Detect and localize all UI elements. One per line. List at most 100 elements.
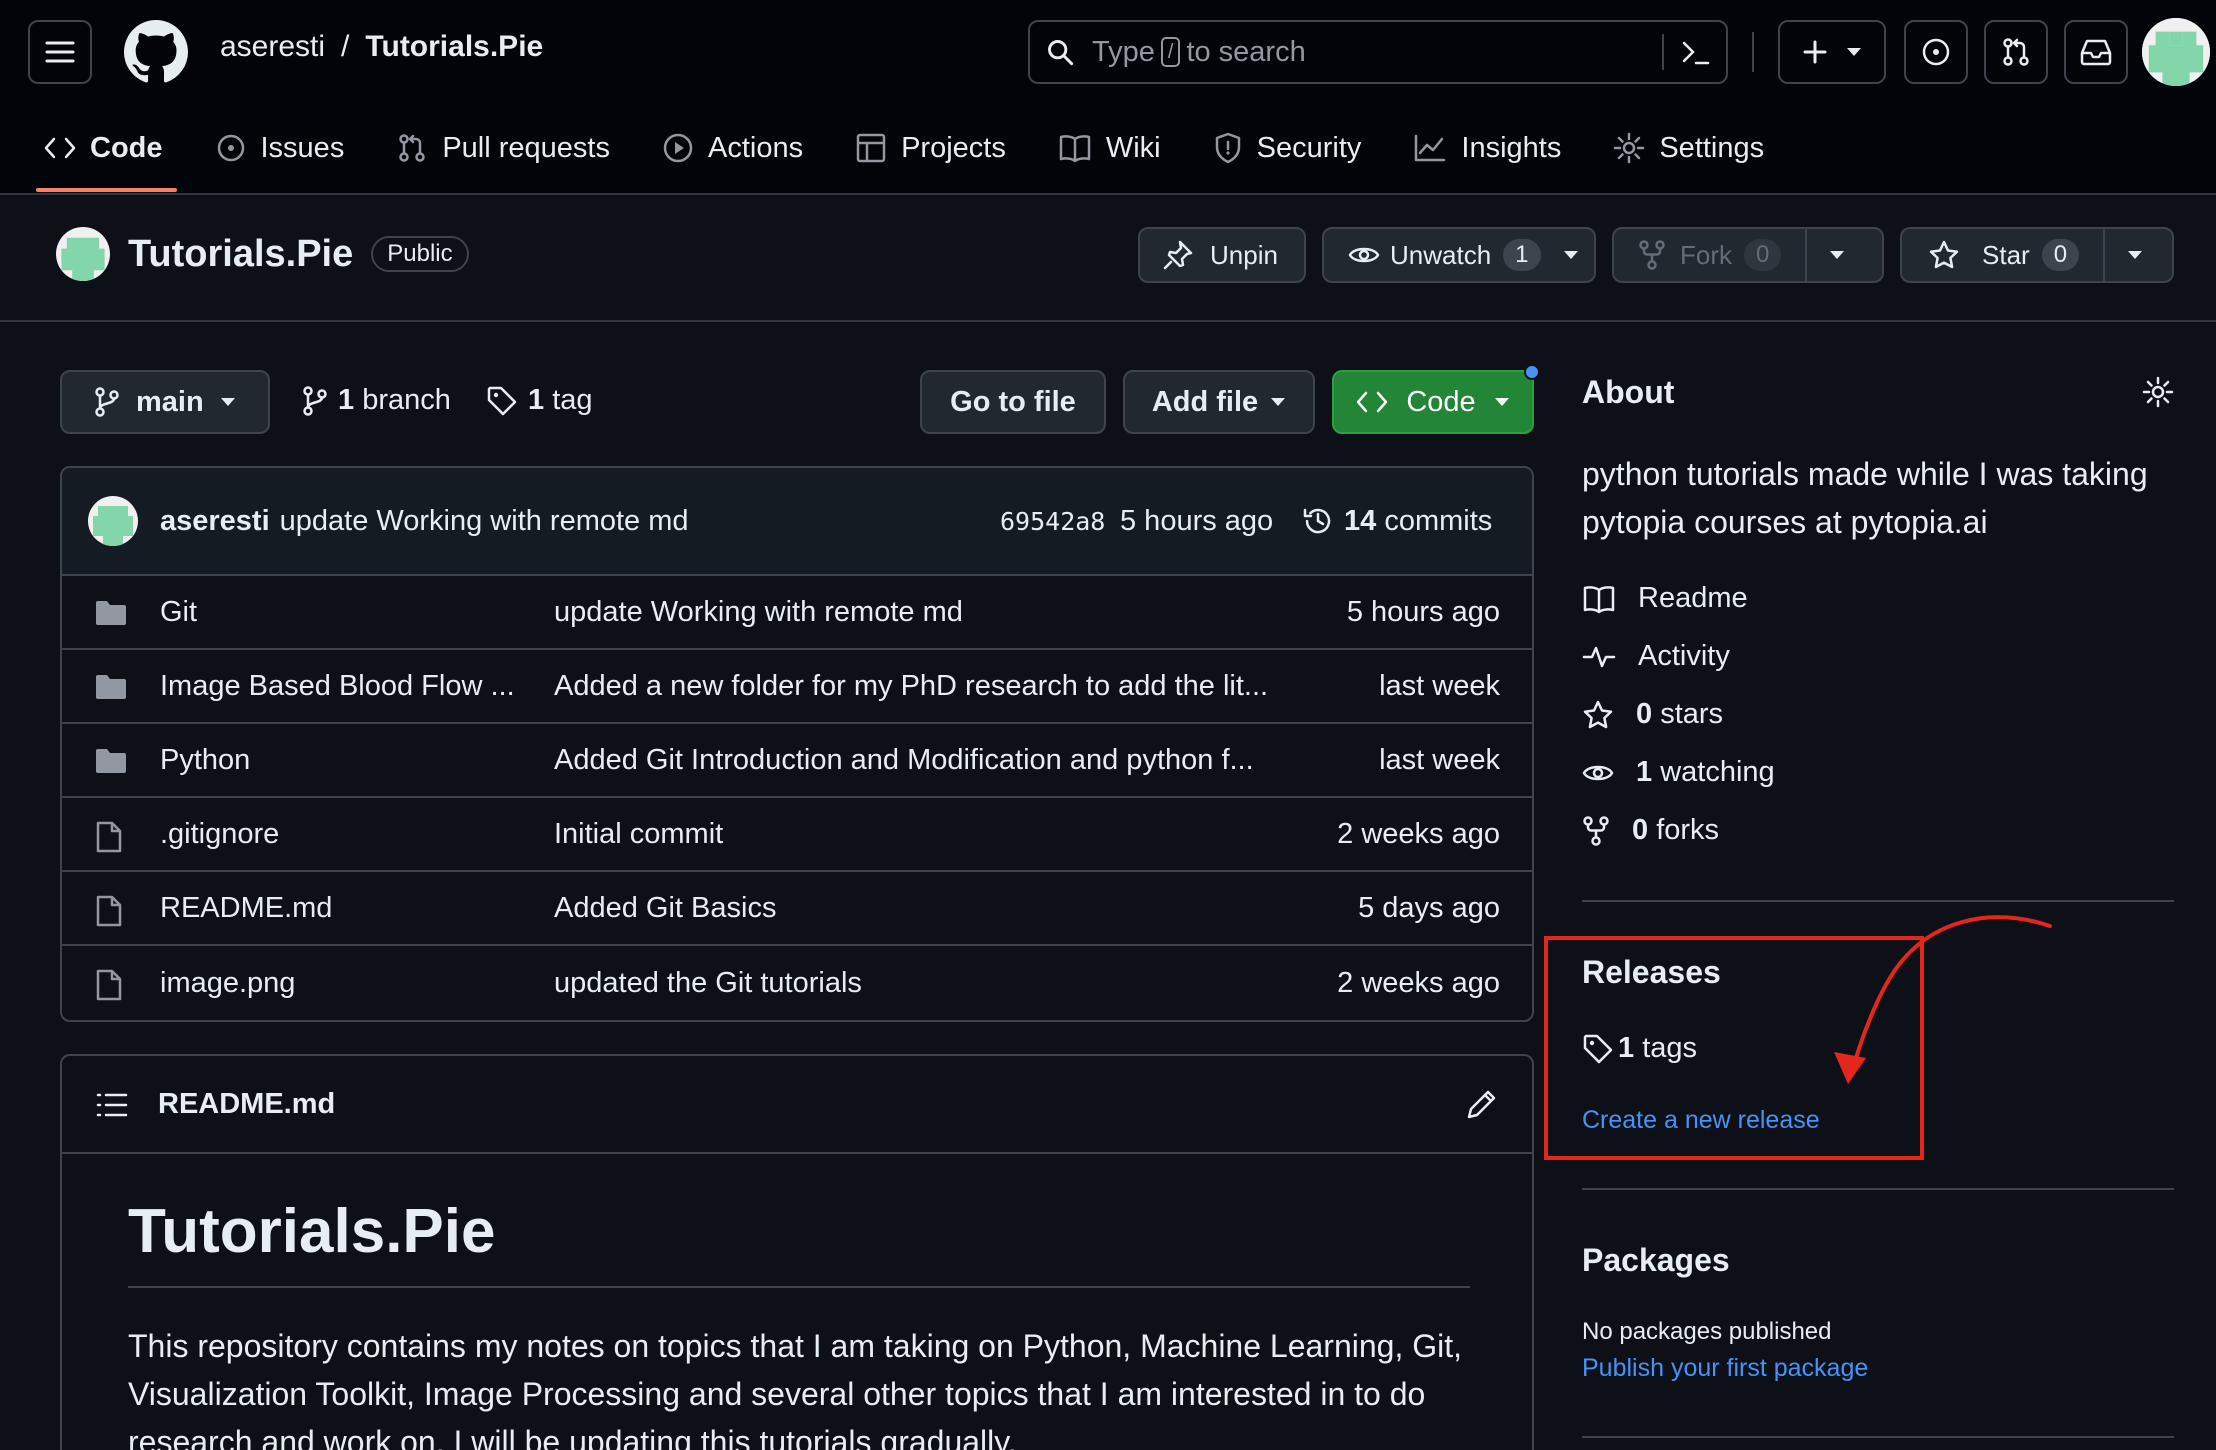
tab-settings[interactable]: Settings [1609, 122, 1788, 174]
commits-label: commits [1384, 504, 1493, 537]
menu-button[interactable] [28, 20, 92, 84]
owner-avatar[interactable] [56, 227, 110, 281]
tab-pull-requests[interactable]: Pull requests [392, 122, 634, 174]
file-date: 2 weeks ago [1337, 817, 1500, 850]
file-name[interactable]: Git [160, 596, 197, 629]
tab-security[interactable]: Security [1209, 122, 1386, 174]
repo-name[interactable]: Tutorials.Pie [128, 233, 353, 276]
commit-time: 5 hours ago [1120, 504, 1274, 537]
history-icon [1303, 508, 1331, 534]
commit-author[interactable]: aseresti [160, 505, 270, 538]
unpin-button[interactable]: Unpin [1138, 227, 1306, 283]
triangle-down-icon [1271, 398, 1286, 406]
table-row[interactable]: Image Based Blood Flow ... Added a new f… [62, 650, 1532, 724]
packages-empty-text: No packages published [1582, 1318, 1832, 1345]
file-commit-message[interactable]: Added a new folder for my PhD research t… [554, 670, 1268, 703]
readme-body: This repository contains my notes on top… [128, 1328, 1463, 1450]
commit-sha[interactable]: 69542a8 [1000, 507, 1105, 536]
watching-link[interactable]: 1 watching [1582, 756, 1775, 789]
tab-wiki[interactable]: Wiki [1054, 122, 1185, 174]
tab-label: Security [1256, 131, 1362, 164]
forks-link[interactable]: 0 forks [1582, 814, 1719, 847]
fork-button[interactable]: Fork 0 [1612, 227, 1884, 283]
tab-insights[interactable]: Insights [1409, 122, 1585, 174]
readme-filename[interactable]: README.md [158, 1088, 335, 1121]
github-logo[interactable] [124, 20, 188, 84]
branches-link[interactable]: 1 branch [302, 384, 451, 417]
tab-code[interactable]: Code [36, 122, 187, 192]
branch-icon [303, 385, 327, 416]
pencil-icon[interactable] [1466, 1088, 1498, 1120]
inbox-button[interactable] [2064, 20, 2128, 84]
list-icon[interactable] [96, 1092, 128, 1118]
file-commit-message[interactable]: Initial commit [554, 818, 723, 851]
watching-count: 1 [1636, 756, 1653, 788]
triangle-down-icon[interactable] [1829, 250, 1845, 260]
go-to-file-label: Go to file [950, 385, 1076, 418]
owner-link[interactable]: aseresti [220, 30, 325, 64]
file-commit-message[interactable]: Added Git Introduction and Modification … [554, 744, 1254, 777]
gear-icon[interactable] [2142, 376, 2174, 408]
tab-label: Projects [901, 131, 1006, 164]
command-palette-icon[interactable] [1680, 38, 1712, 68]
triangle-down-icon[interactable] [2127, 250, 2143, 260]
unwatch-button[interactable]: Unwatch 1 [1322, 227, 1596, 283]
repo-title: Tutorials.Pie Public [56, 227, 469, 281]
tags-label: tag [552, 384, 593, 416]
pull-request-icon [399, 134, 426, 162]
unpin-label: Unpin [1210, 239, 1278, 270]
add-file-button[interactable]: Add file [1123, 370, 1315, 434]
commit-message[interactable]: update Working with remote md [280, 505, 689, 538]
file-name[interactable]: Image Based Blood Flow ... [160, 670, 515, 703]
readme-link[interactable]: Readme [1582, 582, 1748, 615]
fork-icon [1639, 240, 1665, 270]
publish-package-link[interactable]: Publish your first package [1582, 1354, 1868, 1383]
forks-label: forks [1656, 814, 1720, 846]
stars-count: 0 [1636, 698, 1653, 730]
table-row[interactable]: .gitignore Initial commit 2 weeks ago [62, 798, 1532, 872]
star-button[interactable]: Star 0 [1900, 227, 2174, 283]
code-label: Code [1406, 385, 1476, 418]
go-to-file-button[interactable]: Go to file [920, 370, 1106, 434]
file-name[interactable]: image.png [160, 967, 295, 1000]
star-count: 0 [2041, 239, 2080, 271]
tab-projects[interactable]: Projects [851, 122, 1030, 174]
table-row[interactable]: Git update Working with remote md 5 hour… [62, 576, 1532, 650]
folder-icon [96, 749, 126, 773]
search-input[interactable]: Type / to search [1028, 20, 1728, 84]
branch-name: main [136, 385, 204, 418]
file-commit-message[interactable]: Added Git Basics [554, 892, 776, 925]
tab-label: Insights [1461, 131, 1562, 164]
code-button[interactable]: Code [1332, 370, 1534, 434]
forks-count: 0 [1632, 814, 1649, 846]
triangle-down-icon [1494, 398, 1509, 406]
create-new-button[interactable] [1778, 20, 1886, 84]
issues-button[interactable] [1904, 20, 1968, 84]
file-icon [96, 895, 122, 927]
star-label: Star [1982, 239, 2030, 270]
activity-link[interactable]: Activity [1582, 640, 1730, 673]
file-name[interactable]: Python [160, 744, 250, 777]
file-name[interactable]: .gitignore [160, 818, 279, 851]
commit-author-avatar[interactable] [88, 496, 138, 546]
user-avatar[interactable] [2142, 18, 2210, 86]
packages-heading[interactable]: Packages [1582, 1242, 1730, 1279]
branch-selector[interactable]: main [60, 370, 270, 434]
stars-link[interactable]: 0 stars [1582, 698, 1723, 731]
tags-link[interactable]: 1 tag [486, 384, 593, 417]
repo-link[interactable]: Tutorials.Pie [365, 30, 543, 64]
file-name[interactable]: README.md [160, 892, 332, 925]
pin-icon [1163, 240, 1193, 270]
table-row[interactable]: README.md Added Git Basics 5 days ago [62, 872, 1532, 946]
file-commit-message[interactable]: update Working with remote md [554, 596, 963, 629]
commits-history-link[interactable]: 14 commits [1302, 505, 1492, 538]
pull-requests-button[interactable] [1984, 20, 2048, 84]
table-row[interactable]: image.png updated the Git tutorials 2 we… [62, 946, 1532, 1020]
tab-actions[interactable]: Actions [658, 122, 827, 174]
graph-icon [1415, 134, 1446, 162]
tab-issues[interactable]: Issues [211, 122, 369, 174]
file-commit-message[interactable]: updated the Git tutorials [554, 967, 862, 1000]
file-icon [96, 969, 122, 1001]
table-row[interactable]: Python Added Git Introduction and Modifi… [62, 724, 1532, 798]
readme-panel: README.md Tutorials.Pie This repository … [60, 1054, 1534, 1450]
